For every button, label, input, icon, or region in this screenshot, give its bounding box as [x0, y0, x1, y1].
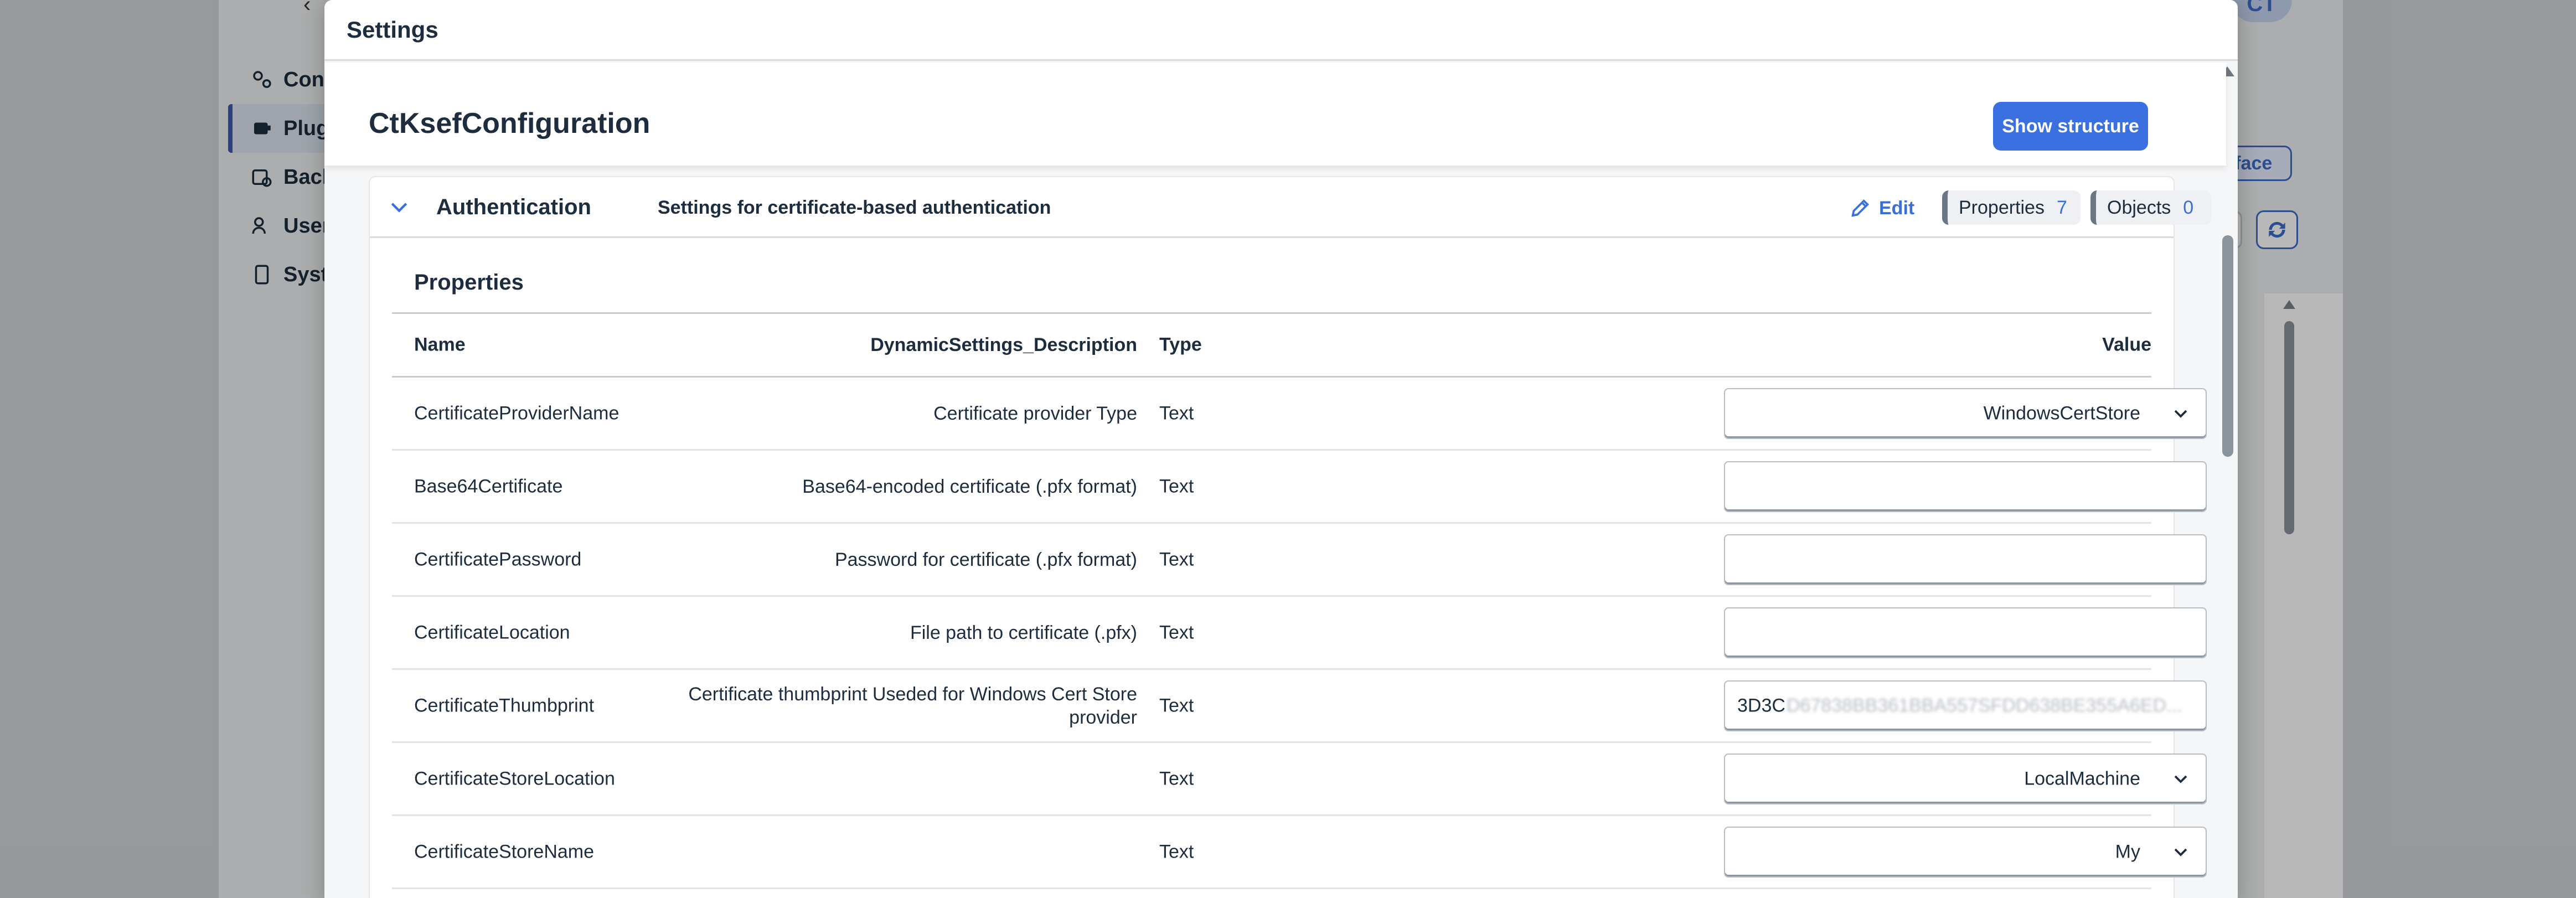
property-description: Base64-encoded certificate (.pfx format) — [802, 476, 1137, 497]
property-name: CertificateProviderName — [414, 402, 620, 424]
property-description: File path to certificate (.pfx) — [910, 622, 1137, 643]
property-name: CertificateThumbprint — [414, 695, 595, 716]
section-title: Authentication — [436, 195, 591, 219]
column-header-name: Name — [414, 334, 466, 355]
certificate-location-input[interactable] — [1724, 607, 2207, 658]
settings-dialog: Settings CtKsefConfiguration Show struct… — [324, 0, 2238, 898]
show-structure-button[interactable]: Show structure — [1993, 102, 2148, 151]
certificate-thumbprint-input[interactable]: 3D3CD67838BB361BBA557SFDD638BE355A6ED... — [1724, 680, 2207, 731]
column-header-type: Type — [1159, 334, 1202, 355]
select-value: My — [2115, 841, 2140, 862]
select-value: WindowsCertStore — [1983, 402, 2140, 424]
property-name: CertificateLocation — [414, 622, 570, 643]
table-row: CertificateStoreName Text My — [392, 816, 2207, 889]
certificate-password-input[interactable] — [1724, 534, 2207, 585]
thumbprint-visible: 3D3C — [1737, 695, 1785, 716]
table-row: CertificateThumbprint Certificate thumbp… — [392, 670, 2207, 743]
edit-button[interactable]: Edit — [1849, 193, 1914, 224]
property-description: Certificate thumbprint Useded for Window… — [688, 683, 1137, 728]
select-value: LocalMachine — [2024, 768, 2140, 789]
property-description: Certificate provider Type — [933, 402, 1137, 424]
dialog-scrollbar-thumb[interactable] — [2222, 235, 2233, 457]
chevron-down-icon[interactable] — [390, 199, 409, 216]
section-header[interactable]: Authentication Settings for certificate-… — [370, 177, 2211, 238]
certificate-provider-select[interactable]: WindowsCertStore — [1724, 388, 2207, 439]
edit-label: Edit — [1879, 197, 1915, 219]
properties-count-tag[interactable]: Properties 7 — [1942, 190, 2081, 225]
certificate-store-name-select[interactable]: My — [1724, 826, 2207, 878]
base64-certificate-input[interactable] — [1724, 461, 2207, 512]
table-row: Base64Certificate Base64-encoded certifi… — [392, 451, 2207, 524]
property-type: Text — [1159, 768, 1194, 789]
page-title: CtKsefConfiguration — [369, 107, 651, 140]
objects-count-tag[interactable]: Objects 0 — [2090, 190, 2211, 225]
column-header-description: DynamicSettings_Description — [870, 334, 1137, 355]
table-header: Name DynamicSettings_Description Type Va… — [392, 312, 2151, 378]
chevron-down-icon — [2174, 410, 2187, 418]
section-description: Settings for certificate-based authentic… — [658, 197, 1051, 218]
page-title-bar: CtKsefConfiguration Show structure — [324, 63, 2226, 166]
properties-tag-count: 7 — [2056, 197, 2067, 218]
property-name: Base64Certificate — [414, 476, 563, 497]
thumbprint-blurred: D67838BB361BBA557SFDD638BE355A6ED... — [1786, 695, 2182, 716]
dialog-title: Settings — [347, 16, 438, 43]
pencil-icon — [1851, 199, 1869, 217]
objects-tag-count: 0 — [2183, 197, 2194, 218]
authentication-section: Authentication Settings for certificate-… — [370, 177, 2211, 898]
property-type: Text — [1159, 476, 1194, 497]
properties-table: Name DynamicSettings_Description Type Va… — [392, 312, 2207, 889]
certificate-store-location-select[interactable]: LocalMachine — [1724, 753, 2207, 804]
property-description: Password for certificate (.pfx format) — [834, 549, 1137, 570]
chevron-down-icon — [2174, 775, 2187, 783]
column-header-value: Value — [2102, 334, 2151, 355]
property-type: Text — [1159, 549, 1194, 570]
table-row: CertificateProviderName Certificate prov… — [392, 378, 2207, 451]
property-type: Text — [1159, 622, 1194, 643]
property-name: CertificatePassword — [414, 549, 582, 570]
property-type: Text — [1159, 695, 1194, 716]
input-value: 3D3CD67838BB361BBA557SFDD638BE355A6ED... — [1737, 695, 2182, 716]
objects-tag-label: Objects — [2107, 197, 2171, 218]
properties-heading: Properties — [414, 270, 524, 295]
property-type: Text — [1159, 402, 1194, 424]
table-row: CertificateLocation File path to certifi… — [392, 597, 2207, 670]
property-name: CertificateStoreName — [414, 841, 595, 862]
table-row: CertificateStoreLocation Text LocalMachi… — [392, 743, 2207, 816]
property-name: CertificateStoreLocation — [414, 768, 615, 789]
dialog-header: Settings — [324, 0, 2238, 61]
chevron-down-icon — [2174, 848, 2187, 856]
table-row: CertificatePassword Password for certifi… — [392, 524, 2207, 597]
properties-tag-label: Properties — [1959, 197, 2045, 218]
property-type: Text — [1159, 841, 1194, 862]
